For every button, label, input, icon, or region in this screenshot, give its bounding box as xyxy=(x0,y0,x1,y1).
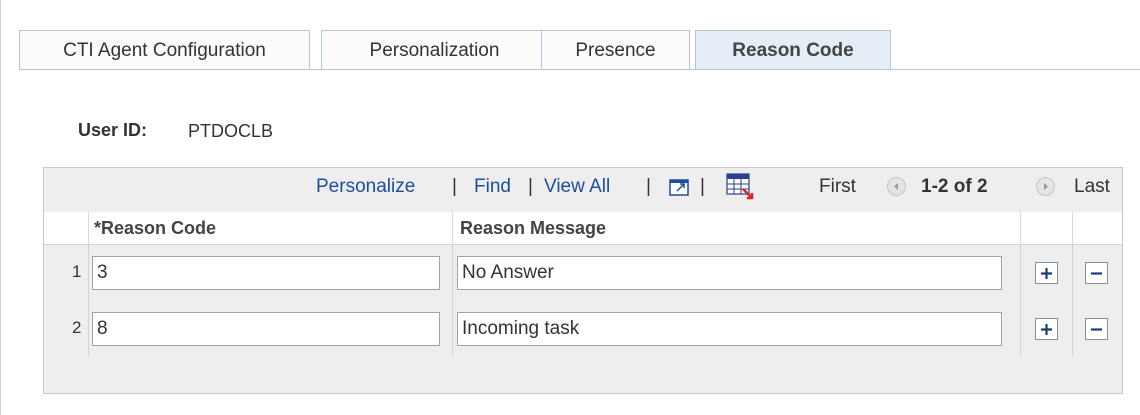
cell-divider xyxy=(88,245,89,301)
previous-arrow-icon[interactable] xyxy=(887,177,906,196)
tab-presence[interactable]: Presence xyxy=(541,30,690,70)
row-range: 1-2 of 2 xyxy=(921,176,988,197)
add-row-icon[interactable] xyxy=(1035,318,1058,340)
delete-row-icon[interactable] xyxy=(1085,262,1108,284)
grid-navigation-bar: Personalize | Find | View All | | First … xyxy=(44,168,1122,213)
table-row: 2 8 Incoming task xyxy=(44,301,1122,358)
cell-divider xyxy=(1072,301,1073,357)
row-number: 1 xyxy=(72,262,82,281)
delete-row-icon[interactable] xyxy=(1085,318,1108,340)
column-divider xyxy=(1020,212,1021,244)
row-number: 2 xyxy=(72,318,82,337)
table-row: 1 3 No Answer xyxy=(44,245,1122,302)
first-label: First xyxy=(819,176,856,197)
reason-code-input[interactable]: 3 xyxy=(92,256,440,290)
user-id-value: PTDOCLB xyxy=(188,121,274,141)
reason-message-input[interactable]: Incoming task xyxy=(457,312,1002,346)
column-header-reason-message: Reason Message xyxy=(460,218,607,238)
cell-divider xyxy=(1072,245,1073,301)
personalize-link[interactable]: Personalize xyxy=(316,176,415,198)
zoom-window-icon[interactable] xyxy=(667,176,693,200)
column-header-reason-code: *Reason Code xyxy=(94,218,217,238)
user-id-label: User ID: xyxy=(78,120,148,140)
grid-footer xyxy=(44,357,1122,393)
add-row-icon[interactable] xyxy=(1035,262,1058,284)
reason-code-input[interactable]: 8 xyxy=(92,312,440,346)
last-label: Last xyxy=(1074,176,1110,197)
tab-cti-agent-configuration[interactable]: CTI Agent Configuration xyxy=(19,30,310,70)
next-arrow-icon[interactable] xyxy=(1036,177,1055,196)
cell-divider xyxy=(1020,245,1021,301)
column-header-row: *Reason Code Reason Message xyxy=(44,212,1122,245)
download-grid-icon[interactable] xyxy=(725,172,755,200)
cell-divider xyxy=(452,301,453,357)
find-link[interactable]: Find xyxy=(474,176,511,198)
reason-message-input[interactable]: No Answer xyxy=(457,256,1002,290)
view-all-link[interactable]: View All xyxy=(544,176,610,198)
page-frame-border xyxy=(0,0,1,415)
cell-divider xyxy=(88,301,89,357)
tab-underline xyxy=(19,69,1140,70)
column-divider xyxy=(452,212,453,244)
cell-divider xyxy=(1020,301,1021,357)
column-divider xyxy=(1072,212,1073,244)
reason-code-grid: Personalize | Find | View All | | First … xyxy=(43,167,1123,394)
column-divider xyxy=(88,212,89,244)
nav-separator: | xyxy=(646,176,651,197)
tab-reason-code[interactable]: Reason Code xyxy=(695,30,891,70)
nav-separator: | xyxy=(700,176,705,197)
nav-separator: | xyxy=(528,176,533,197)
cell-divider xyxy=(452,245,453,301)
tab-personalization[interactable]: Personalization xyxy=(321,30,548,70)
nav-separator: | xyxy=(452,176,457,197)
